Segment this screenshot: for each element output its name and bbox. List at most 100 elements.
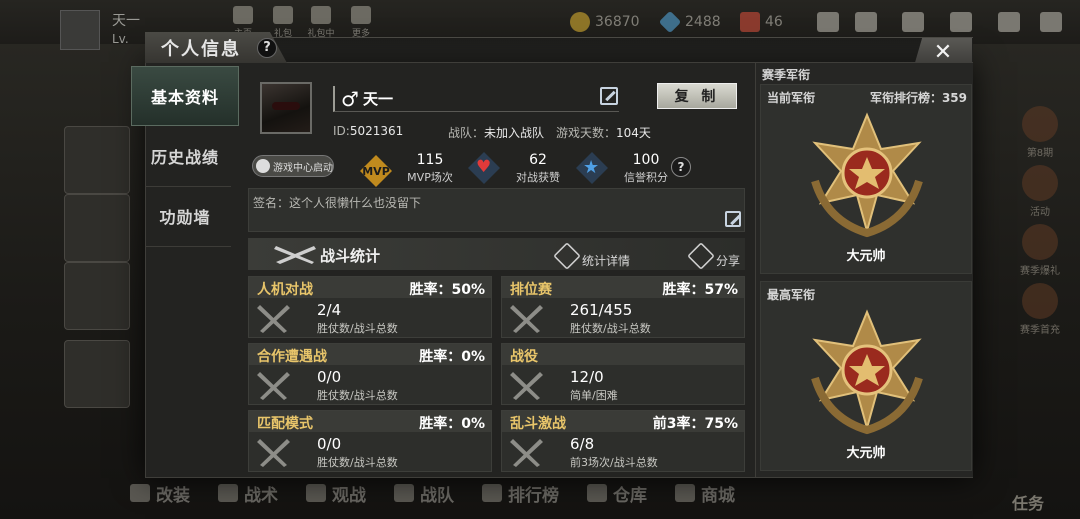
card-header <box>502 344 744 365</box>
stat-card-match[interactable]: 匹配模式 胜率：0% 0/0 胜仗数/战斗总数 <box>248 410 492 472</box>
mvp-icon: MVP <box>360 155 392 187</box>
rail-event-2[interactable]: 活动 <box>1010 165 1070 218</box>
bottom-nav-item[interactable]: 战队 <box>394 476 454 510</box>
help-icon[interactable]: ? <box>257 37 277 58</box>
season-rank-panel: 赛季军衔 当前军衔 军衔排行榜：359 大元帅 最高军衔 大元帅 <box>755 63 973 477</box>
top-player-name: 天一 <box>112 13 140 29</box>
crossed-swords-icon <box>510 372 543 400</box>
tab-basic-info[interactable]: 基本资料 <box>131 66 239 126</box>
credit-label: 信誉积分 <box>624 171 668 184</box>
crossed-swords-icon <box>257 372 290 400</box>
mail-icon[interactable] <box>902 12 924 32</box>
profile-content: ♂ 天一 复 制 ID:5021361 战队：未加入战队 游戏天数：104天 游… <box>240 66 752 478</box>
home-icon <box>233 6 253 24</box>
bottom-nav-item[interactable]: 战术 <box>218 476 278 510</box>
stats-details-button[interactable]: 统计详情 <box>553 241 630 270</box>
card-value: 12/0 <box>570 368 604 386</box>
card-value: 0/0 <box>317 435 342 453</box>
stat-card-pve[interactable]: 人机对战 胜率：50% 2/4 胜仗数/战斗总数 <box>248 276 492 338</box>
card-sub: 胜仗数/战斗总数 <box>317 322 398 335</box>
tab-merit-wall[interactable]: 功勋墙 <box>131 186 239 246</box>
player-id: ID:5021361 <box>333 124 404 138</box>
gift-icon <box>273 6 293 24</box>
stats-help-icon[interactable]: ? <box>671 157 691 177</box>
combat-title: 战斗统计 <box>320 247 381 265</box>
event-icon <box>1022 165 1058 201</box>
crossed-swords-icon <box>510 439 543 467</box>
gift-box-icon <box>311 6 331 24</box>
skull-icon <box>218 484 238 502</box>
card-title: 战役 <box>510 349 538 365</box>
rail-card[interactable] <box>64 340 130 408</box>
card-rate: 前3率：75% <box>652 416 738 432</box>
side-menu: 基本资料 历史战绩 功勋墙 <box>131 66 241 254</box>
close-button[interactable]: ✕ <box>914 38 972 66</box>
card-sub: 胜仗数/战斗总数 <box>570 322 651 335</box>
trophy-icon <box>482 484 502 502</box>
bottom-nav-item[interactable]: 仓库 <box>587 476 647 510</box>
grid-icon <box>351 6 371 24</box>
copy-button[interactable]: 复 制 <box>657 83 737 109</box>
bottom-nav-item[interactable]: 改装 <box>130 476 190 510</box>
bottom-nav-item[interactable]: 观战 <box>306 476 366 510</box>
rail-event-1[interactable]: 第8期 <box>1010 106 1070 159</box>
card-title: 合作遭遇战 <box>257 349 327 365</box>
ticket-icon <box>740 12 760 32</box>
rail-card[interactable] <box>64 262 130 330</box>
card-rate: 胜率：0% <box>419 349 485 365</box>
warehouse-icon <box>587 484 607 502</box>
bottom-nav-item[interactable]: 排行榜 <box>482 476 559 510</box>
mvp-value: 115 <box>416 152 444 168</box>
rail-event-4[interactable]: 赛季首充 <box>1010 283 1070 336</box>
current-rank-name: 大元帅 <box>846 249 886 264</box>
bottom-nav-item[interactable]: 商城 <box>675 476 735 510</box>
top-nav-more[interactable]: 更多 <box>346 6 376 39</box>
calendar-icon[interactable] <box>998 12 1020 32</box>
stat-card-brawl[interactable]: 乱斗激战 前3率：75% 6/8 前3场次/战斗总数 <box>501 410 745 472</box>
name-field: ♂ 天一 <box>333 86 619 112</box>
top-nav-gift[interactable]: 礼包 <box>268 6 298 39</box>
card-sub: 胜仗数/战斗总数 <box>317 456 398 469</box>
rail-card[interactable] <box>64 194 130 262</box>
player-team: 战队：未加入战队 <box>448 126 545 140</box>
crossed-swords-icon <box>510 305 543 333</box>
crossed-swords-icon <box>257 439 290 467</box>
task-button[interactable]: 任务 <box>1012 490 1044 514</box>
stat-card-coop[interactable]: 合作遭遇战 胜率：0% 0/0 胜仗数/战斗总数 <box>248 343 492 405</box>
highest-rank-box[interactable]: 最高军衔 大元帅 <box>760 281 972 471</box>
shield-icon <box>394 484 414 502</box>
card-sub: 胜仗数/战斗总数 <box>317 389 398 402</box>
edit-signature-icon[interactable] <box>725 211 741 227</box>
modal-title-tab: 个人信息 ? <box>145 32 287 63</box>
player-avatar[interactable] <box>60 10 100 50</box>
profile-portrait[interactable] <box>260 82 312 134</box>
highest-rank-label: 最高军衔 <box>767 288 816 302</box>
top-level-label: Lv. <box>112 32 129 46</box>
share-button[interactable]: 分享 <box>687 241 740 270</box>
game-days: 游戏天数：104天 <box>556 126 651 140</box>
tab-history[interactable]: 历史战绩 <box>131 126 239 186</box>
stat-card-campaign[interactable]: 战役 12/0 简单/困难 <box>501 343 745 405</box>
card-rate: 胜率：50% <box>409 282 485 298</box>
rail-card[interactable] <box>64 126 130 194</box>
card-value: 0/0 <box>317 368 342 386</box>
gem-counter: 2488 <box>658 10 721 34</box>
card-rate: 胜率：57% <box>662 282 738 298</box>
rail-event-3[interactable]: 赛季爆礼 <box>1010 224 1070 277</box>
signature-box[interactable]: 签名：这个人很懒什么也没留下 <box>248 188 745 232</box>
modal-title: 个人信息 <box>161 38 241 60</box>
stat-card-ranked[interactable]: 排位赛 胜率：57% 261/455 胜仗数/战斗总数 <box>501 276 745 338</box>
current-rank-box[interactable]: 当前军衔 军衔排行榜：359 大元帅 <box>760 84 972 274</box>
highest-rank-name: 大元帅 <box>846 446 886 461</box>
plus-icon[interactable] <box>817 12 839 32</box>
card-sub: 简单/困难 <box>570 389 618 402</box>
game-center-button[interactable]: 游戏中心启动 <box>252 155 334 177</box>
friends-icon[interactable] <box>855 12 877 32</box>
gift-reward-icon[interactable] <box>1040 12 1062 32</box>
edit-name-icon[interactable] <box>600 87 618 105</box>
coin-icon <box>570 12 590 32</box>
rank-medal-icon <box>811 309 923 435</box>
gear-icon[interactable] <box>950 12 972 32</box>
right-rail: 第8期 活动 赛季爆礼 赛季首充 <box>1010 100 1070 336</box>
star-icon <box>306 484 326 502</box>
